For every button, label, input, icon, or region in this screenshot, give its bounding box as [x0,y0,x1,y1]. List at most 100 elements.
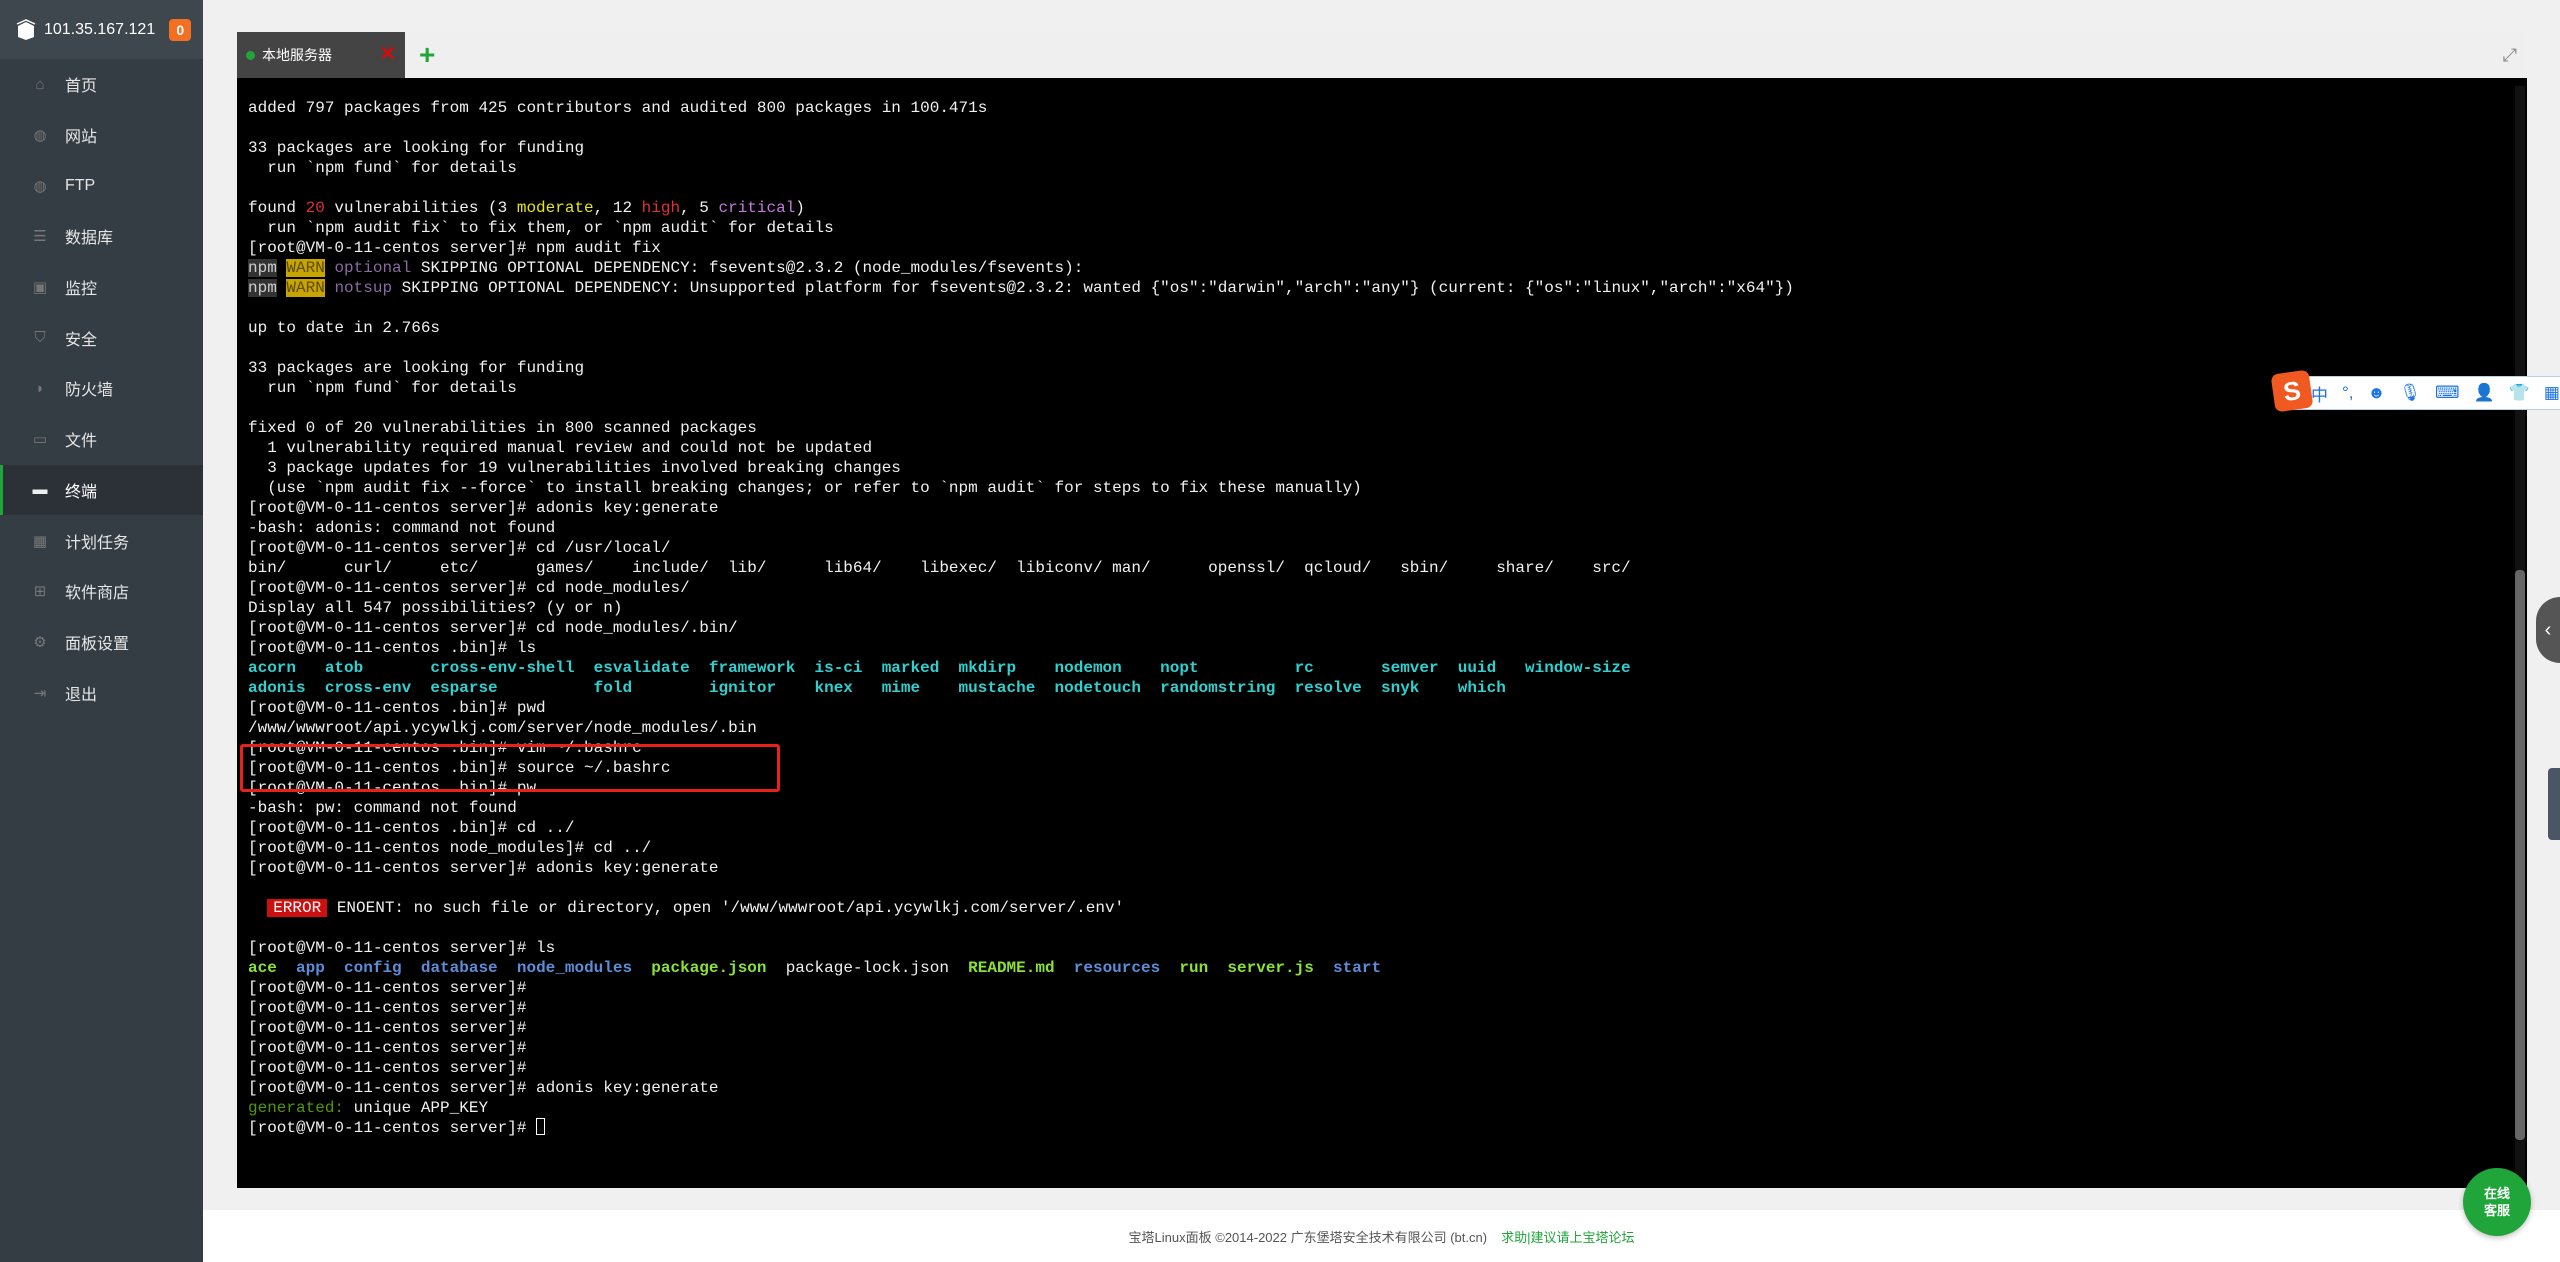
ime-punct-toggle[interactable]: °, [2342,383,2354,403]
terminal-text: package-lock.json [785,959,949,977]
user-icon[interactable]: 👤 [2474,383,2495,403]
terminal-text: database [420,959,498,977]
terminal-text: adonis key:generate [536,1079,719,1097]
online-support-button[interactable]: 在线 客服 [2463,1168,2531,1236]
terminal-text: 33 packages are looking for funding [248,139,585,157]
terminal-text: up to date in 2.766s [248,319,441,337]
terminal-text: [root@VM-0-11-centos server]# [248,1119,537,1137]
terminal-text: critical [718,199,796,217]
terminal-text: -bash: pw: command not found [248,799,517,817]
sidebar-item-label: 安全 [65,331,98,349]
sidebar-item-5[interactable]: ⛉ 安全 [0,312,203,363]
collapse-panel-button[interactable]: ‹ [2536,597,2560,663]
terminal-text: unique APP_KEY [344,1099,489,1117]
terminal-text: [root@VM-0-11-centos server]# [248,979,537,997]
microphone-icon[interactable]: 🎙 [2399,383,2421,403]
terminal-text: [root@VM-0-11-centos server]# [248,579,537,597]
terminal-text: WARN [286,279,325,297]
terminal-text: notsup [334,279,393,297]
terminal-text: [root@VM-0-11-centos server]# [248,1059,537,1077]
ime-toolbar: S 中 °, ☻ 🎙 ⌨ 👤 👕 ▦ [2270,369,2560,413]
terminal-text: cd ../ [516,819,575,837]
terminal-icon: ▬ [32,481,48,499]
terminal-text: 20 [305,199,325,217]
notification-badge[interactable]: 0 [169,18,192,41]
terminal-text: SKIPPING OPTIONAL DEPENDENCY: fsevents@2… [411,259,1084,277]
terminal-text: high [641,199,681,217]
terminal-text: fixed 0 of 20 vulnerabilities in 800 sca… [248,419,757,437]
skin-shirt-icon[interactable]: 👕 [2509,383,2530,403]
sidebar-item-6[interactable]: ◗ 防火墙 [0,363,203,414]
chat-label-2: 客服 [2483,1203,2510,1218]
terminal-text: server.js [1227,959,1314,977]
more-apps-icon[interactable]: ▦ [2544,383,2560,403]
bt-logo-icon [16,18,36,40]
calendar-icon: ▦ [32,532,48,550]
close-tab-icon[interactable]: ✕ [379,43,397,65]
sidebar-item-2[interactable]: ◍ FTP [0,160,203,211]
server-ip: 101.35.167.121 [44,20,156,38]
terminal-text: resources [1073,959,1161,977]
sidebar-item-label: 监控 [65,281,98,299]
terminal-text: config [344,959,402,977]
sidebar-item-label: 面板设置 [65,635,130,653]
forum-link[interactable]: 求助|建议请上宝塔论坛 [1501,1227,1634,1246]
terminal-text: pwd [516,699,546,717]
sidebar-item-11[interactable]: ⚙ 面板设置 [0,617,203,668]
sidebar-item-1[interactable]: ◍ 网站 [0,110,203,161]
sidebar-item-label: FTP [65,176,96,194]
terminal-text: Display all 547 possibilities? (y or n) [248,599,623,617]
ime-lang-toggle[interactable]: 中 [2311,381,2328,406]
chat-label-1: 在线 [2483,1186,2510,1201]
terminal-text: [root@VM-0-11-centos server]# [248,1019,537,1037]
sidebar-item-12[interactable]: ⇥ 退出 [0,667,203,718]
terminal-text: package.json [651,959,767,977]
terminal-card: 本地服务器 ✕ + ⤢ added 797 packages from 425 … [237,32,2527,1188]
terminal-text: adonis key:generate [536,499,719,517]
terminal-text: -bash: adonis: command not found [248,519,556,537]
sidebar-item-3[interactable]: ☰ 数据库 [0,211,203,262]
terminal-text: ) [795,199,805,217]
terminal-text: node_modules [516,959,633,977]
terminal-text: , 12 [593,199,642,217]
sidebar-item-0[interactable]: ⌂ 首页 [0,59,203,110]
terminal-scrollbar[interactable] [2515,86,2525,1180]
tab-label: 本地服务器 [262,47,332,63]
terminal-screen[interactable]: added 797 packages from 425 contributors… [237,78,2527,1188]
fullscreen-icon[interactable]: ⤢ [2503,45,2517,66]
monitor-icon: ▣ [32,279,48,297]
terminal-text: acorn atob cross-env-shell esvalidate fr… [248,659,1631,677]
sidebar-item-8[interactable]: ▬ 终端 [0,464,203,516]
terminal-text: run `npm audit fix` to fix them, or `npm… [248,219,834,237]
terminal-cursor [536,1118,546,1135]
terminal-text: [root@VM-0-11-centos server]# [248,539,537,557]
terminal-text: npm [248,279,277,297]
scrollbar-thumb[interactable] [2515,570,2525,1140]
terminal-text: ls [516,639,537,657]
terminal-text: README.md [968,959,1055,977]
terminal-text: [root@VM-0-11-centos .bin]# [248,819,517,837]
terminal-text: cd node_modules/ [536,579,690,597]
terminal-text: generated: [248,1099,345,1117]
tab-local-server[interactable]: 本地服务器 ✕ [237,32,405,78]
terminal-text: [root@VM-0-11-centos node_modules]# [248,839,594,857]
terminal-text: [root@VM-0-11-centos server]# [248,939,537,957]
sogou-logo-icon[interactable]: S [2270,369,2314,413]
terminal-text: app [296,959,325,977]
logout-icon: ⇥ [33,684,47,702]
sidebar-item-10[interactable]: ⊞ 软件商店 [0,566,203,617]
terminal-text: npm audit fix [536,239,661,257]
gear-icon: ⚙ [33,633,47,651]
sidebar-item-9[interactable]: ▦ 计划任务 [0,515,203,566]
sidebar-item-4[interactable]: ▣ 监控 [0,262,203,313]
terminal-text: run [1179,959,1209,977]
terminal-text: WARN [286,259,325,277]
keyboard-icon[interactable]: ⌨ [2435,383,2460,403]
terminal-text: start [1333,959,1382,977]
terminal-text: [root@VM-0-11-centos server]# [248,999,537,1017]
emoji-icon[interactable]: ☻ [2368,383,2386,403]
add-tab-button[interactable]: + [419,40,435,70]
sidebar-item-7[interactable]: ▭ 文件 [0,414,203,465]
terminal-text: adonis key:generate [536,859,719,877]
copyright-text: 宝塔Linux面板 ©2014-2022 广东堡塔安全技术有限公司 (bt.cn… [1128,1229,1488,1245]
